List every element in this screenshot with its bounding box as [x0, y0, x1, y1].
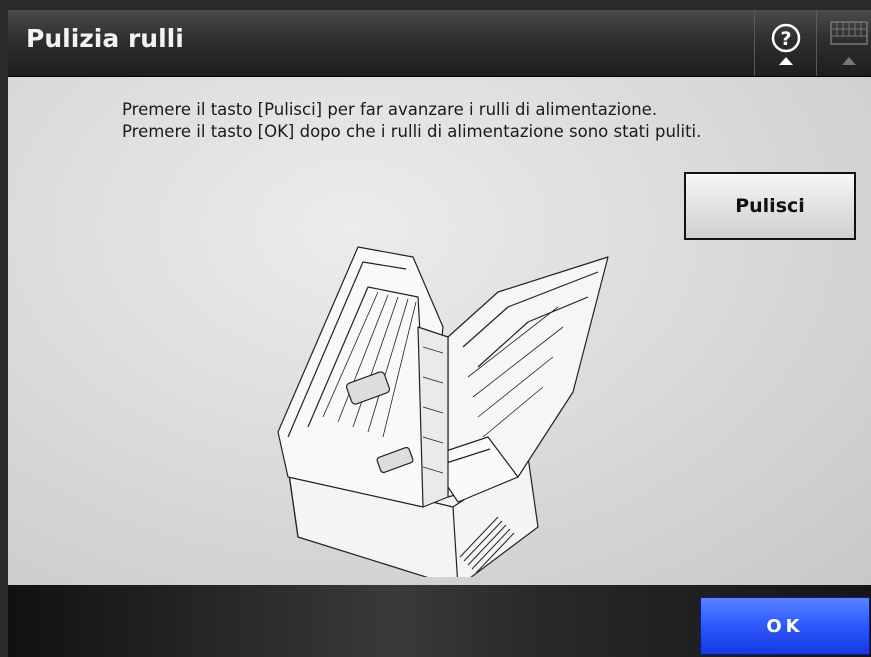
dialog-window: Pulizia rulli ? Premere il tasto [Pulisc… — [8, 10, 871, 657]
clean-button[interactable]: Pulisci — [684, 172, 856, 240]
page-title: Pulizia rulli — [26, 24, 184, 53]
ok-button[interactable]: OK — [700, 597, 870, 655]
keyboard-button[interactable] — [816, 10, 871, 76]
help-icon: ? — [771, 23, 801, 65]
svg-text:?: ? — [780, 28, 791, 50]
content-area: Premere il tasto [Pulisci] per far avanz… — [8, 77, 871, 585]
instructions: Premere il tasto [Pulisci] per far avanz… — [122, 99, 701, 143]
keyboard-icon — [830, 21, 868, 65]
title-bar: Pulizia rulli ? — [8, 10, 871, 77]
instruction-line-2: Premere il tasto [OK] dopo che i rulli d… — [122, 122, 702, 141]
scanner-illustration — [277, 246, 609, 577]
instruction-line-1: Premere il tasto [Pulisci] per far avanz… — [122, 100, 658, 119]
help-button[interactable]: ? — [754, 10, 816, 76]
footer-bar: OK — [8, 585, 871, 657]
